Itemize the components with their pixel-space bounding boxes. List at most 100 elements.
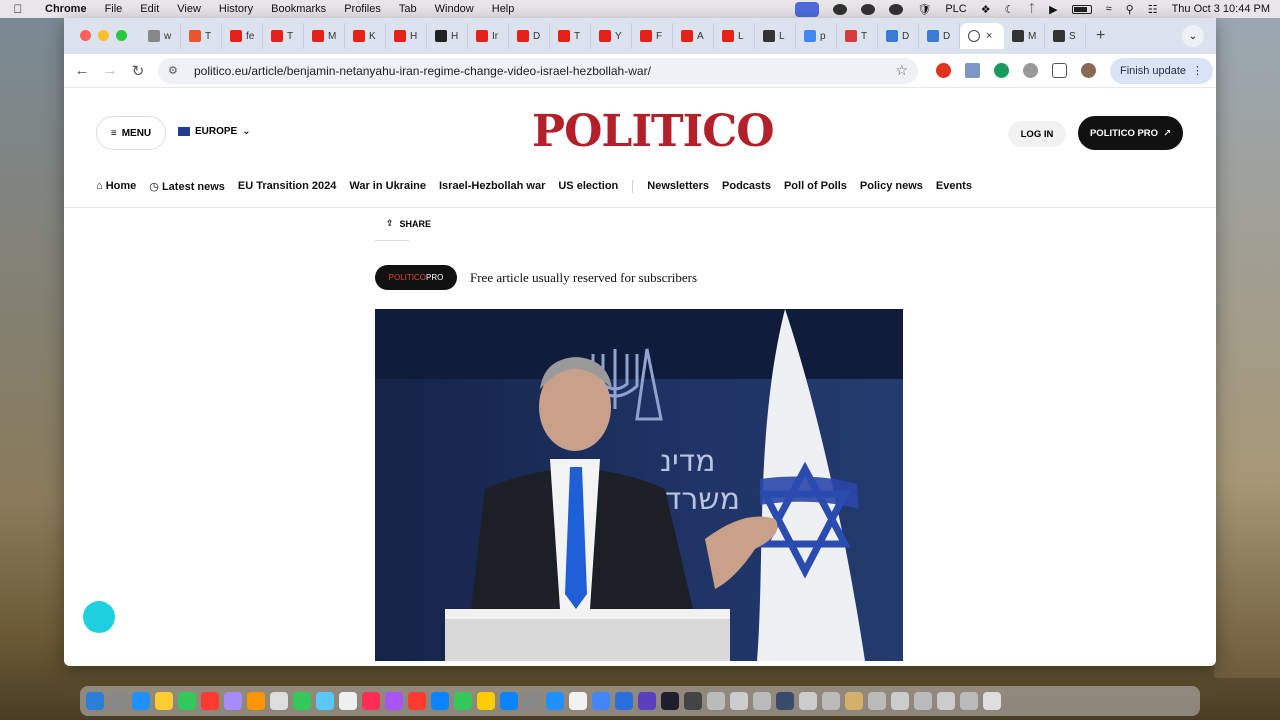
dock-app-icon[interactable] — [201, 692, 219, 710]
grammarly-extension-icon[interactable] — [994, 63, 1009, 78]
bluetooth-icon[interactable]: ᛏ — [1029, 3, 1036, 15]
menu-bookmarks[interactable]: Bookmarks — [262, 3, 335, 15]
menu-app-chrome[interactable]: Chrome — [36, 3, 96, 15]
dock-app-icon[interactable] — [454, 692, 472, 710]
plc-label[interactable]: PLC — [945, 3, 966, 15]
dock-app-icon[interactable] — [178, 692, 196, 710]
close-window-button[interactable] — [80, 30, 91, 41]
shield-icon[interactable]: 🛡 — [917, 3, 931, 16]
puzzle-icon[interactable] — [1052, 63, 1067, 78]
tab-a13[interactable]: A — [673, 23, 714, 49]
tab-a3[interactable]: T — [263, 23, 304, 49]
apple-icon[interactable]:  — [0, 2, 36, 16]
menu-help[interactable]: Help — [483, 3, 524, 15]
dock-app-icon[interactable] — [661, 692, 679, 710]
nav-latest-news[interactable]: ◷ Latest news — [149, 180, 225, 193]
nav-home[interactable]: ⌂ Home — [96, 180, 136, 193]
dock-app-icon[interactable] — [546, 692, 564, 710]
close-tab-icon[interactable]: × — [986, 30, 992, 42]
screen-share-icon[interactable] — [795, 1, 820, 17]
dock-app-icon[interactable] — [730, 692, 748, 710]
finish-update-button[interactable]: Finish update ⋮ — [1110, 57, 1214, 84]
battery-icon[interactable] — [1071, 4, 1092, 14]
dock-app-icon[interactable] — [684, 692, 702, 710]
tab-active-politico[interactable]: × — [960, 23, 1004, 49]
minimize-window-button[interactable] — [98, 30, 109, 41]
edition-selector[interactable]: EUROPE ⌄ — [178, 126, 251, 137]
tab-a6[interactable]: H — [386, 23, 427, 49]
tab-a9[interactable]: D — [509, 23, 550, 49]
tab-a5[interactable]: K — [345, 23, 386, 49]
nav-israel-hezbollah[interactable]: Israel-Hezbollah war — [439, 180, 545, 193]
profile-avatar[interactable] — [1081, 63, 1096, 78]
stats-extension-icon[interactable] — [965, 63, 980, 78]
wifi-icon[interactable]: ≈ — [1106, 3, 1112, 15]
dock-app-icon[interactable] — [960, 692, 978, 710]
dock-app-icon[interactable] — [638, 692, 656, 710]
tab-b1[interactable]: S — [1045, 23, 1086, 49]
tab-a8[interactable]: Ir — [468, 23, 509, 49]
creative-cloud-icon[interactable] — [889, 3, 904, 15]
dock-app-icon[interactable] — [822, 692, 840, 710]
tab-a7[interactable]: H — [427, 23, 468, 49]
politico-logo[interactable]: POLITICO — [532, 106, 775, 157]
tab-a18[interactable]: D — [878, 23, 919, 49]
dock-app-icon[interactable] — [753, 692, 771, 710]
zoom-window-button[interactable] — [116, 30, 127, 41]
dock-app-icon[interactable] — [615, 692, 633, 710]
nav-war-ukraine[interactable]: War in Ukraine — [349, 180, 426, 193]
dock-app-icon[interactable] — [799, 692, 817, 710]
politico-pro-button[interactable]: POLITICO PRO ↗ — [1078, 116, 1183, 150]
dock-app-icon[interactable] — [316, 692, 334, 710]
dock-app-icon[interactable] — [86, 692, 104, 710]
address-bar[interactable]: ⚙ politico.eu/article/benjamin-netanyahu… — [158, 57, 918, 84]
menu-history[interactable]: History — [210, 3, 262, 15]
nav-policy-news[interactable]: Policy news — [860, 180, 923, 193]
dock-app-icon[interactable] — [500, 692, 518, 710]
url-text[interactable]: politico.eu/article/benjamin-netanyahu-i… — [194, 64, 895, 78]
dock-app-icon[interactable] — [845, 692, 863, 710]
dock-app-icon[interactable] — [224, 692, 242, 710]
dock-app-icon[interactable] — [937, 692, 955, 710]
tab-a12[interactable]: F — [632, 23, 673, 49]
dock-app-icon[interactable] — [477, 692, 495, 710]
extension-icon[interactable] — [1023, 63, 1038, 78]
tab-a1[interactable]: T — [181, 23, 222, 49]
dock-app-icon[interactable] — [362, 692, 380, 710]
dock-app-icon[interactable] — [914, 692, 932, 710]
menu-file[interactable]: File — [96, 3, 132, 15]
gear-icon[interactable] — [861, 3, 876, 15]
article-hero-image[interactable]: מדינ משרד — [375, 309, 903, 661]
moon-icon[interactable]: ☾ — [1005, 3, 1015, 16]
site-info-icon[interactable]: ⚙ — [168, 64, 184, 77]
dock-app-icon[interactable] — [132, 692, 150, 710]
dock-app-icon[interactable] — [293, 692, 311, 710]
dock-app-icon[interactable] — [270, 692, 288, 710]
login-button[interactable]: LOG IN — [1008, 121, 1066, 147]
share-button[interactable]: ⇪ SHARE — [386, 218, 431, 229]
chat-widget-button[interactable] — [83, 601, 115, 633]
menu-edit[interactable]: Edit — [131, 3, 168, 15]
menu-view[interactable]: View — [168, 3, 210, 15]
tab-a17[interactable]: T — [837, 23, 878, 49]
dock-app-icon[interactable] — [592, 692, 610, 710]
dock-app-icon[interactable] — [385, 692, 403, 710]
nav-newsletters[interactable]: Newsletters — [647, 180, 709, 193]
tab-a16[interactable]: p — [796, 23, 837, 49]
nav-podcasts[interactable]: Podcasts — [722, 180, 771, 193]
menu-window[interactable]: Window — [426, 3, 483, 15]
tab-a10[interactable]: T — [550, 23, 591, 49]
forward-arrow-icon[interactable]: → — [96, 62, 124, 79]
dock-app-icon[interactable] — [868, 692, 886, 710]
tab-a11[interactable]: Y — [591, 23, 632, 49]
tab-a19[interactable]: D — [919, 23, 960, 49]
menu-profiles[interactable]: Profiles — [335, 3, 390, 15]
dock-app-icon[interactable] — [247, 692, 265, 710]
tab-a0[interactable]: w — [140, 23, 181, 49]
dock-app-icon[interactable] — [891, 692, 909, 710]
dock-app-icon[interactable] — [109, 692, 127, 710]
back-arrow-icon[interactable]: ← — [68, 62, 96, 79]
dock-app-icon[interactable] — [983, 692, 1001, 710]
grammarly-icon[interactable] — [833, 3, 848, 15]
dock-app-icon[interactable] — [776, 692, 794, 710]
